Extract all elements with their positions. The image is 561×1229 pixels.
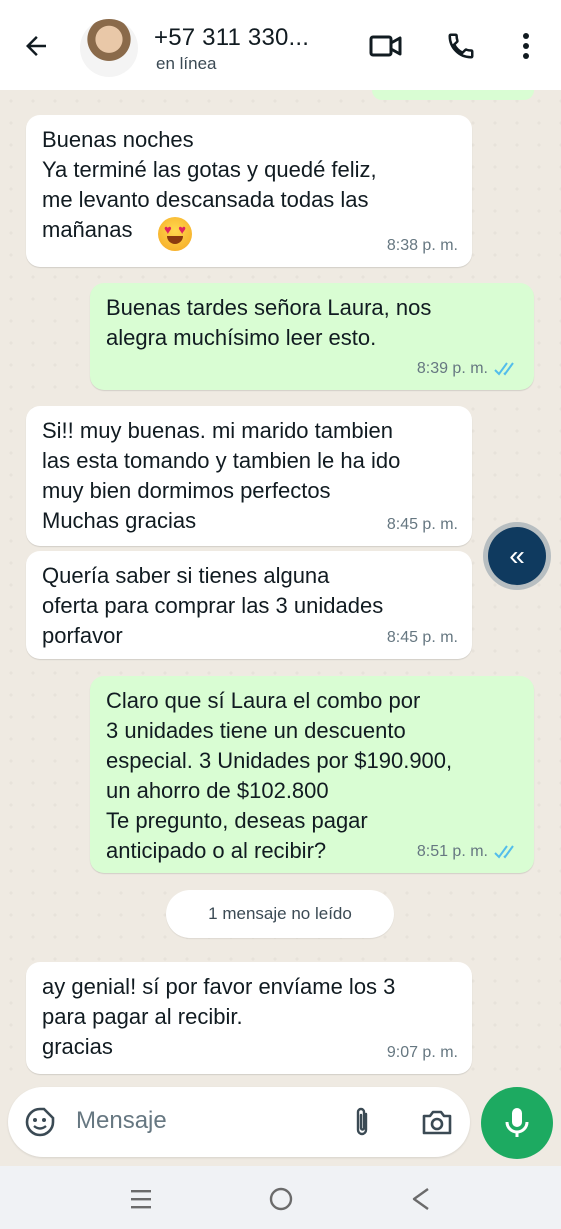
- chat-area[interactable]: Buenas noches Ya terminé las gotas y que…: [0, 90, 561, 1085]
- paperclip-icon[interactable]: [344, 1104, 380, 1140]
- more-vertical-icon[interactable]: [508, 28, 544, 64]
- avatar[interactable]: [80, 19, 138, 77]
- message-incoming[interactable]: ay genial! sí por favor envíame los 3 pa…: [26, 962, 472, 1074]
- home-circle-icon[interactable]: [266, 1184, 296, 1214]
- message-input[interactable]: Mensaje: [76, 1107, 167, 1135]
- message-outgoing[interactable]: Claro que sí Laura el combo por 3 unidad…: [90, 676, 534, 873]
- message-time: 8:45 p. m.: [386, 629, 458, 646]
- contact-status: en línea: [156, 54, 217, 73]
- contact-name[interactable]: +57 311 330...: [154, 24, 309, 52]
- message-incoming[interactable]: Buenas noches Ya terminé las gotas y que…: [26, 115, 472, 267]
- heart-eyes-emoji-icon: [158, 217, 192, 251]
- camera-icon[interactable]: [419, 1104, 455, 1140]
- double-check-read-icon: [494, 845, 514, 859]
- unread-messages-divider: 1 mensaje no leído: [166, 890, 394, 938]
- message-input-bar[interactable]: Mensaje: [8, 1087, 470, 1157]
- phone-icon[interactable]: [443, 28, 479, 64]
- message-time: 8:45 p. m.: [386, 516, 458, 533]
- message-time: 9:07 p. m.: [386, 1044, 458, 1061]
- message-time: 8:38 p. m.: [386, 237, 458, 254]
- arrow-left-icon[interactable]: [18, 28, 54, 64]
- system-navigation-bar: [0, 1166, 561, 1229]
- double-chevron-left-icon[interactable]: «: [488, 527, 546, 585]
- recent-apps-icon[interactable]: [126, 1184, 156, 1214]
- message-time: 8:51 p. m.: [417, 837, 520, 867]
- double-check-read-icon: [494, 362, 514, 376]
- message-text: Buenas noches Ya terminé las gotas y que…: [42, 127, 377, 242]
- back-triangle-icon[interactable]: [406, 1184, 436, 1214]
- video-camera-icon[interactable]: [368, 28, 404, 64]
- message-outgoing[interactable]: Buenas tardes señora Laura, nos alegra m…: [90, 283, 534, 390]
- previous-message-peek: [372, 90, 534, 100]
- message-time: 8:39 p. m.: [417, 354, 520, 384]
- sticker-emoji-icon[interactable]: [22, 1104, 58, 1140]
- microphone-icon[interactable]: [481, 1087, 553, 1159]
- message-text: Buenas tardes señora Laura, nos alegra m…: [106, 295, 432, 350]
- message-incoming[interactable]: Quería saber si tienes alguna oferta par…: [26, 551, 472, 659]
- message-incoming[interactable]: Si!! muy buenas. mi marido tambien las e…: [26, 406, 472, 546]
- chat-header: +57 311 330... en línea: [0, 0, 561, 90]
